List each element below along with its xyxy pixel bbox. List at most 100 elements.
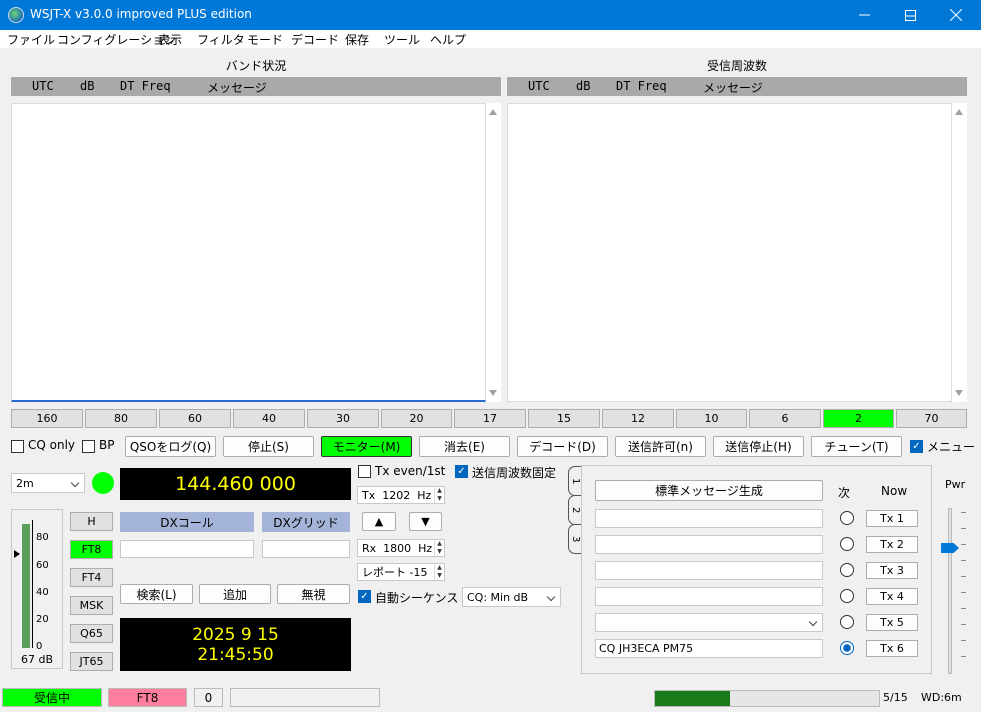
tab-3[interactable]: 3 bbox=[568, 524, 582, 554]
tx-freq-spinner[interactable]: Tx 1202 Hz ▲ ▼ bbox=[357, 486, 445, 504]
band-button-12[interactable]: 12 bbox=[602, 409, 674, 428]
tab-1[interactable]: 1 bbox=[568, 466, 582, 496]
tx2-button[interactable]: Tx 2 bbox=[866, 536, 918, 553]
tab-2[interactable]: 2 bbox=[568, 495, 582, 525]
arrow-up-button[interactable]: ▲ bbox=[362, 512, 396, 531]
mode-button-h[interactable]: H bbox=[70, 512, 113, 531]
dx-grid-input[interactable] bbox=[262, 540, 350, 558]
enable-tx-button[interactable]: 送信許可(n) bbox=[615, 436, 706, 457]
tx3-message-input[interactable] bbox=[595, 561, 823, 580]
menu-tools[interactable]: ツール bbox=[384, 31, 420, 48]
rx-frequency-text[interactable] bbox=[507, 103, 952, 402]
bp-checkbox[interactable] bbox=[82, 440, 95, 453]
menu-help[interactable]: ヘルプ bbox=[430, 31, 466, 48]
meter-tick: 60 bbox=[36, 560, 49, 571]
monitor-button[interactable]: モニター(M) bbox=[321, 436, 412, 457]
mode-button-jt65[interactable]: JT65 bbox=[70, 652, 113, 671]
tx-even-checkbox[interactable] bbox=[358, 465, 371, 478]
gen-std-msgs-button[interactable]: 標準メッセージ生成 bbox=[595, 480, 823, 501]
add-button[interactable]: 追加 bbox=[199, 584, 271, 604]
halt-tx-button[interactable]: 送信停止(H) bbox=[713, 436, 804, 457]
tx3-next-radio[interactable] bbox=[840, 563, 854, 577]
mode-button-q65[interactable]: Q65 bbox=[70, 624, 113, 643]
band-select[interactable]: 2m bbox=[11, 473, 85, 493]
band-activity-text[interactable] bbox=[11, 103, 486, 402]
tx3-button[interactable]: Tx 3 bbox=[866, 562, 918, 579]
tx1-button[interactable]: Tx 1 bbox=[866, 510, 918, 527]
tx5-message-combo[interactable] bbox=[595, 613, 823, 632]
maximize-icon[interactable] bbox=[887, 0, 933, 30]
band-button-17[interactable]: 17 bbox=[454, 409, 526, 428]
tx5-next-radio[interactable] bbox=[840, 615, 854, 629]
arrow-down-button[interactable]: ▼ bbox=[409, 512, 442, 531]
hold-tx-freq-checkbox[interactable]: ✓ bbox=[455, 465, 468, 478]
tune-button[interactable]: チューン(T) bbox=[811, 436, 902, 457]
band-button-15[interactable]: 15 bbox=[528, 409, 600, 428]
status-mode: FT8 bbox=[108, 688, 187, 707]
tx5-button[interactable]: Tx 5 bbox=[866, 614, 918, 631]
dx-call-label: DXコール bbox=[120, 512, 254, 532]
menu-view[interactable]: 表示 bbox=[158, 31, 182, 48]
scroll-down-icon[interactable] bbox=[955, 390, 963, 396]
scroll-up-icon[interactable] bbox=[955, 109, 963, 115]
cq-select[interactable]: CQ: Min dB bbox=[462, 587, 561, 607]
band-button-20[interactable]: 20 bbox=[381, 409, 452, 428]
band-button-70[interactable]: 70 bbox=[896, 409, 967, 428]
col-db: dB bbox=[576, 79, 591, 93]
menu-decode[interactable]: デコード bbox=[291, 31, 339, 48]
chevron-down-icon bbox=[808, 617, 818, 627]
rx-frequency-title: 受信周波数 bbox=[706, 59, 767, 73]
log-qso-button[interactable]: QSOをログ(Q) bbox=[125, 436, 216, 457]
menus-checkbox[interactable]: ✓ bbox=[910, 440, 923, 453]
tx6-next-radio[interactable] bbox=[840, 641, 854, 655]
band-activity-scrollbar[interactable] bbox=[486, 103, 501, 402]
pwr-slider-handle[interactable] bbox=[941, 543, 959, 553]
close-button[interactable] bbox=[933, 0, 979, 30]
mode-button-msk[interactable]: MSK bbox=[70, 596, 113, 615]
rx-frequency-scrollbar[interactable] bbox=[952, 103, 967, 402]
app-icon bbox=[8, 7, 24, 23]
tx4-message-input[interactable] bbox=[595, 587, 823, 606]
rx-freq-spinner[interactable]: Rx 1800 Hz ▲ ▼ bbox=[357, 539, 445, 557]
cq-only-checkbox[interactable] bbox=[11, 440, 24, 453]
band-button-6[interactable]: 6 bbox=[749, 409, 821, 428]
spin-arrows-icon[interactable]: ▲ ▼ bbox=[434, 487, 444, 503]
mode-button-ft4[interactable]: FT4 bbox=[70, 568, 113, 587]
pwr-slider-track[interactable] bbox=[948, 508, 952, 674]
menu-file[interactable]: ファイル bbox=[7, 31, 55, 48]
band-button-160[interactable]: 160 bbox=[11, 409, 83, 428]
tx6-button[interactable]: Tx 6 bbox=[866, 640, 918, 657]
band-button-10[interactable]: 10 bbox=[676, 409, 747, 428]
dx-call-input[interactable] bbox=[120, 540, 254, 558]
tx4-button[interactable]: Tx 4 bbox=[866, 588, 918, 605]
band-button-40[interactable]: 40 bbox=[233, 409, 305, 428]
tx1-message-input[interactable] bbox=[595, 509, 823, 528]
scroll-down-icon[interactable] bbox=[489, 390, 497, 396]
ignore-button[interactable]: 無視 bbox=[277, 584, 350, 604]
auto-seq-checkbox[interactable]: ✓ bbox=[358, 590, 371, 603]
stop-button[interactable]: 停止(S) bbox=[223, 436, 314, 457]
spin-arrows-icon[interactable]: ▲ ▼ bbox=[434, 540, 444, 556]
menu-mode[interactable]: モード bbox=[247, 31, 283, 48]
band-button-30[interactable]: 30 bbox=[307, 409, 379, 428]
report-spinner[interactable]: レポート -15 ▲ ▼ bbox=[357, 563, 445, 581]
spin-arrows-icon[interactable]: ▲ ▼ bbox=[434, 564, 444, 580]
hold-tx-freq-label: 送信周波数固定 bbox=[472, 466, 557, 480]
band-button-2[interactable]: 2 bbox=[823, 409, 894, 428]
mode-button-ft8[interactable]: FT8 bbox=[70, 540, 113, 559]
menu-save[interactable]: 保存 bbox=[345, 31, 369, 48]
minimize-icon[interactable] bbox=[841, 0, 887, 30]
tx2-next-radio[interactable] bbox=[840, 537, 854, 551]
rx-freq-unit: Hz bbox=[418, 541, 433, 555]
erase-button[interactable]: 消去(E) bbox=[419, 436, 510, 457]
band-button-80[interactable]: 80 bbox=[85, 409, 157, 428]
scroll-up-icon[interactable] bbox=[489, 109, 497, 115]
decode-button[interactable]: デコード(D) bbox=[517, 436, 608, 457]
menu-filter[interactable]: フィルタ bbox=[197, 31, 245, 48]
tx1-next-radio[interactable] bbox=[840, 511, 854, 525]
lookup-button[interactable]: 検索(L) bbox=[120, 584, 193, 604]
tx4-next-radio[interactable] bbox=[840, 589, 854, 603]
tx6-message-input[interactable]: CQ JH3ECA PM75 bbox=[595, 639, 823, 658]
tx2-message-input[interactable] bbox=[595, 535, 823, 554]
band-button-60[interactable]: 60 bbox=[159, 409, 231, 428]
